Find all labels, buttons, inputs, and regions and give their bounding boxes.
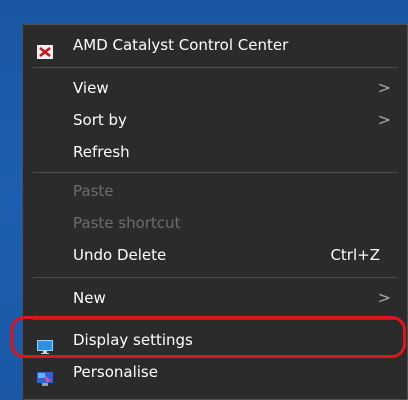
- menu-item-label: View: [73, 79, 109, 97]
- menu-item-amd-catalyst-control-center[interactable]: AMD Catalyst Control Center: [23, 29, 407, 61]
- menu-item-label: AMD Catalyst Control Center: [73, 36, 289, 54]
- menu-item-label: Personalise: [73, 363, 158, 381]
- menu-item-sort-by[interactable]: Sort by >: [23, 104, 407, 136]
- menu-item-label: Paste shortcut: [73, 214, 181, 232]
- menu-separator: [33, 172, 397, 173]
- keyboard-shortcut: Ctrl+Z: [330, 246, 380, 264]
- menu-item-new[interactable]: New >: [23, 282, 407, 314]
- menu-item-undo-delete[interactable]: Undo Delete Ctrl+Z: [23, 239, 407, 271]
- menu-separator: [33, 67, 397, 68]
- menu-item-label: Undo Delete: [73, 246, 167, 264]
- menu-item-label: Sort by: [73, 111, 127, 129]
- chevron-right-icon: >: [377, 288, 391, 307]
- menu-item-label: New: [73, 289, 106, 307]
- display-settings-highlight-outline: [10, 316, 406, 358]
- menu-item-label: Paste: [73, 182, 114, 200]
- menu-item-paste[interactable]: Paste: [23, 175, 407, 207]
- menu-item-personalise[interactable]: Personalise: [23, 356, 407, 388]
- menu-separator: [33, 277, 397, 278]
- amd-catalyst-icon: [37, 38, 53, 59]
- menu-item-view[interactable]: View >: [23, 72, 407, 104]
- menu-item-refresh[interactable]: Refresh: [23, 136, 407, 168]
- menu-item-label: Refresh: [73, 143, 130, 161]
- chevron-right-icon: >: [377, 78, 391, 97]
- personalise-icon: [37, 365, 53, 386]
- menu-item-paste-shortcut[interactable]: Paste shortcut: [23, 207, 407, 239]
- chevron-right-icon: >: [377, 110, 391, 129]
